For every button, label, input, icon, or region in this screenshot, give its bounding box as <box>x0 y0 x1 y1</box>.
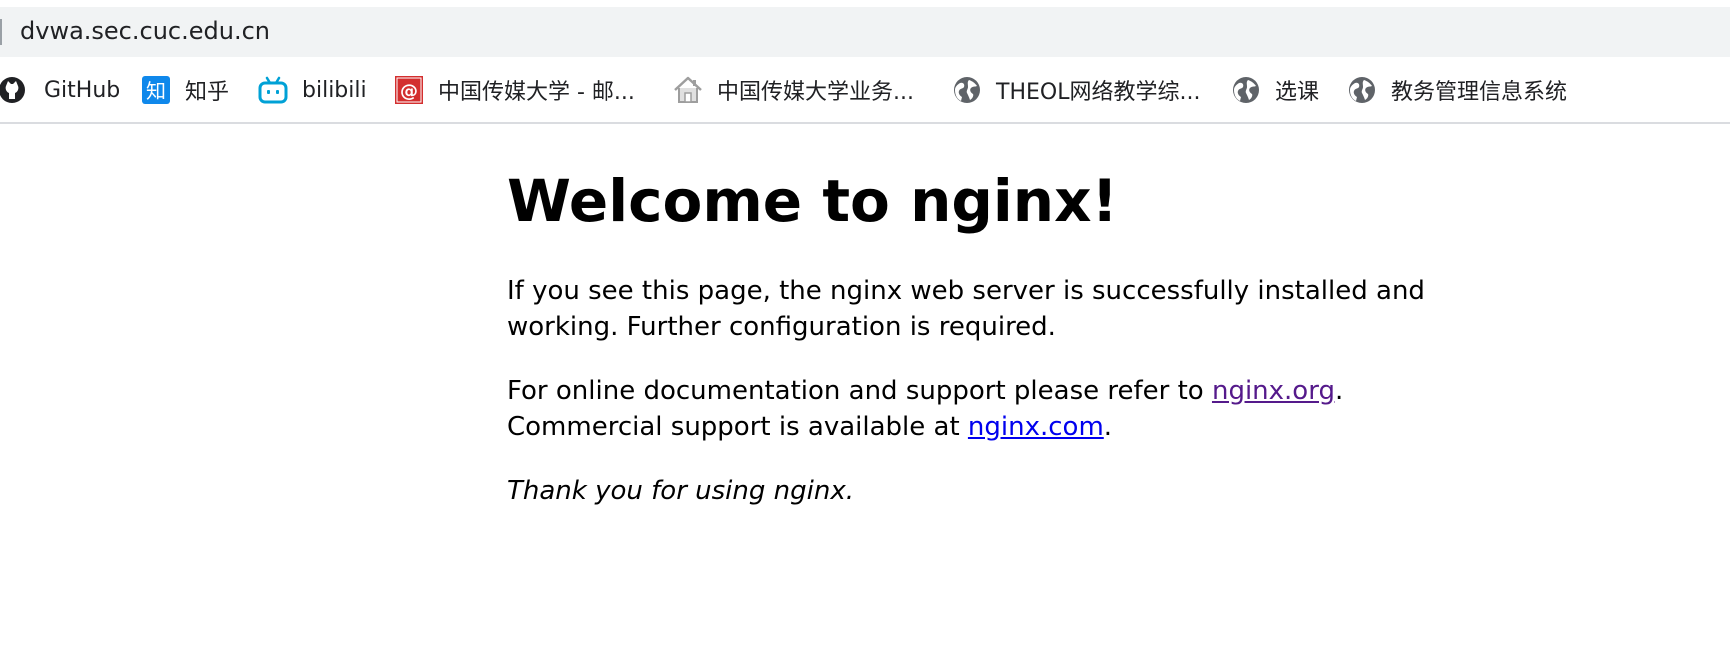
globe-icon <box>1233 77 1259 103</box>
page-content: Welcome to nginx! If you see this page, … <box>507 162 1467 509</box>
zhihu-icon: 知 <box>142 76 170 104</box>
docs-suffix: . <box>1334 376 1344 406</box>
bookmark-label: 中国传媒大学业务... <box>717 80 914 105</box>
bookmark-bilibili[interactable]: bilibili <box>258 73 367 107</box>
bookmark-label: 中国传媒大学 - 邮... <box>438 80 635 105</box>
thanks-text: Thank you for using nginx. <box>507 476 854 506</box>
bookmark-course-selection[interactable]: 选课 <box>1231 73 1319 107</box>
bookmarks-bar: GitHub 知 知乎 bilibili @ 中国传媒大学 - 邮... 中国传… <box>0 57 1730 124</box>
commercial-suffix: . <box>1103 412 1113 442</box>
bookmark-zhihu[interactable]: 知 知乎 <box>141 73 229 107</box>
nginx-org-link[interactable]: nginx.org <box>1212 376 1335 406</box>
docs-text: For online documentation and support ple… <box>507 376 1212 406</box>
commercial-text: Commercial support is available at <box>507 412 968 442</box>
url-text[interactable]: dvwa.sec.cuc.edu.cn <box>20 17 270 45</box>
bookmark-label: THEOL网络教学综... <box>996 80 1201 105</box>
home-icon <box>674 76 702 103</box>
bookmark-github[interactable]: GitHub <box>0 73 120 107</box>
intro-paragraph: If you see this page, the nginx web serv… <box>507 276 1425 342</box>
bookmark-academic-system[interactable]: 教务管理信息系统 <box>1347 73 1567 107</box>
svg-text:@: @ <box>400 81 418 102</box>
svg-text:知: 知 <box>146 79 166 103</box>
github-icon <box>0 77 25 103</box>
support-paragraph: For online documentation and support ple… <box>507 373 1467 445</box>
bookmark-label: bilibili <box>302 77 367 103</box>
bookmark-theol[interactable]: THEOL网络教学综... <box>952 73 1200 107</box>
bookmark-label: 知乎 <box>185 80 230 105</box>
bilibili-icon <box>258 76 288 104</box>
window-top-strip <box>0 0 1730 7</box>
bookmark-cuc-mail[interactable]: @ 中国传媒大学 - 邮... <box>394 73 635 107</box>
bookmark-label: 选课 <box>1275 80 1320 105</box>
nginx-com-link[interactable]: nginx.com <box>968 412 1104 442</box>
globe-icon <box>1349 77 1375 103</box>
bookmark-cuc-business[interactable]: 中国传媒大学业务... <box>673 73 914 107</box>
globe-icon <box>954 77 980 103</box>
address-bar-edge <box>0 19 2 45</box>
bookmark-label: GitHub <box>44 77 121 103</box>
mail-icon: @ <box>395 76 423 104</box>
page-title: Welcome to nginx! <box>507 167 1118 235</box>
bookmark-label: 教务管理信息系统 <box>1391 80 1568 105</box>
address-bar[interactable]: dvwa.sec.cuc.edu.cn <box>0 7 1730 57</box>
